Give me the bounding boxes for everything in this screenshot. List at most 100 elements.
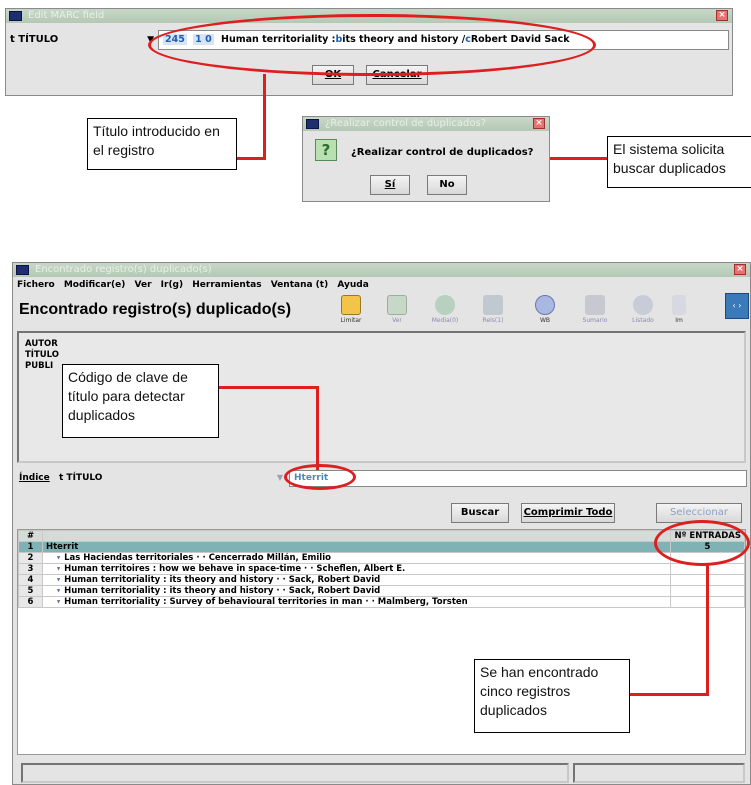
chevron-down-icon: ▼ <box>276 473 283 482</box>
app-icon <box>9 11 22 21</box>
search-icon <box>633 295 653 315</box>
view-icon <box>387 295 407 315</box>
table-row[interactable]: 2 ▾ Las Haciendas territoriales · · Cence… <box>18 552 745 564</box>
status-bar-right <box>573 763 745 783</box>
table-row[interactable]: 5 ▾ Human territoriality : its theory and… <box>18 585 745 597</box>
toolbar-ver-label: Ver <box>392 317 402 324</box>
row-text: ▾ Human territoriality : its theory and h… <box>42 585 671 597</box>
toolbar-sumario-label: Sumario <box>582 317 608 324</box>
close-icon[interactable]: × <box>716 10 728 21</box>
status-bar-left <box>21 763 569 783</box>
dialog-titlebar: ¿Realizar control de duplicados? × <box>303 117 549 131</box>
table-row[interactable]: 4 ▾ Human territoriality : its theory and… <box>18 574 745 586</box>
row-text: ▾ Human territoriality : Survey of behavi… <box>42 596 671 608</box>
highlight-search-ellipse <box>284 464 356 490</box>
row-text-value: Human territoires : how we behave in spa… <box>64 564 406 574</box>
results-grid: # Nº ENTRADAS 1 Hterrit 5 2 ▾ Las Haciend… <box>18 530 745 608</box>
toolbar-ver[interactable]: Ver <box>377 295 417 324</box>
key-row[interactable]: 1 Hterrit 5 <box>18 541 745 553</box>
summary-icon <box>585 295 605 315</box>
duplicate-check-dialog: ¿Realizar control de duplicados? × ? ¿Re… <box>302 116 550 202</box>
row-text-value: Human territoriality : Survey of behavio… <box>64 597 468 607</box>
toolbar-listado-label: Listado <box>632 317 654 324</box>
key-row-text: Hterrit <box>42 541 671 553</box>
page-title: Encontrado registro(s) duplicado(s) <box>19 301 292 318</box>
edit-marc-title: Edit MARC field <box>28 10 105 21</box>
image-icon <box>672 295 686 315</box>
menu-bar: Fichero Modificar(e) Ver Ir(g) Herramien… <box>17 277 369 293</box>
table-row[interactable]: 3 ▾ Human territoires : how we behave in … <box>18 563 745 575</box>
menu-ayuda[interactable]: Ayuda <box>337 280 368 290</box>
row-text-value: Las Haciendas territoriales · · Cencerra… <box>64 553 331 563</box>
callout-five-found-text: Se han encontrado cinco registros duplic… <box>480 664 599 718</box>
col-num-header: # <box>18 530 43 542</box>
callout-title-entered: Título introducido en el registro <box>87 118 237 170</box>
buscar-button-label: Buscar <box>460 507 500 518</box>
info-label-titulo: TÍTULO <box>25 350 59 360</box>
table-header-row: # Nº ENTRADAS <box>18 530 745 542</box>
connector-line <box>550 157 608 160</box>
expand-icon[interactable]: ▾ <box>56 554 61 563</box>
toolbar-media-label: Media(0) <box>431 317 459 324</box>
toolbar-im[interactable]: Im <box>665 295 693 324</box>
callout-key-code-text: Código de clave de título para detectar … <box>68 369 188 423</box>
toolbar-rels-label: Rels(1) <box>482 317 504 324</box>
expand-icon[interactable]: ▾ <box>56 576 61 585</box>
row-num: 3 <box>18 563 43 575</box>
info-label-publi: PUBLI <box>25 361 54 371</box>
no-button[interactable]: No <box>427 175 467 195</box>
buscar-button[interactable]: Buscar <box>451 503 509 523</box>
row-num: 1 <box>18 541 43 553</box>
table-row[interactable]: 6 ▾ Human territoriality : Survey of beha… <box>18 596 745 608</box>
duplicates-titlebar: Encontrado registro(s) duplicado(s) × <box>13 263 750 277</box>
toolbar-rels[interactable]: Rels(1) <box>473 295 513 324</box>
toolbar-wb[interactable]: WB <box>525 295 565 324</box>
close-icon[interactable]: × <box>533 118 545 129</box>
toolbar-sumario[interactable]: Sumario <box>575 295 615 324</box>
row-text-value: Human territoriality : its theory and hi… <box>64 586 381 596</box>
callout-five-found: Se han encontrado cinco registros duplic… <box>474 659 630 733</box>
index-label: Índice <box>19 473 50 483</box>
toolbar-listado[interactable]: Listado <box>623 295 663 324</box>
highlight-entries-ellipse <box>654 520 750 566</box>
menu-modificar[interactable]: Modificar(e) <box>64 280 126 290</box>
menu-ventana[interactable]: Ventana (t) <box>271 280 329 290</box>
info-label-autor: AUTOR <box>25 339 58 349</box>
menu-ver[interactable]: Ver <box>135 280 152 290</box>
menu-fichero[interactable]: Fichero <box>17 280 55 290</box>
relations-icon <box>483 295 503 315</box>
close-icon[interactable]: × <box>734 264 746 275</box>
row-text-value: Human territoriality : its theory and hi… <box>64 575 381 585</box>
duplicates-window: Encontrado registro(s) duplicado(s) × Fi… <box>12 262 751 785</box>
seleccionar-button-label: Seleccionar <box>670 507 728 518</box>
toolbar-limitar[interactable]: Limitar <box>331 295 371 324</box>
expand-icon[interactable]: ▾ <box>56 598 61 607</box>
duplicates-window-title: Encontrado registro(s) duplicado(s) <box>35 264 212 275</box>
hand-icon <box>341 295 361 315</box>
field-select[interactable]: t TÍTULO ▼ <box>8 29 156 51</box>
globe-icon <box>535 295 555 315</box>
index-label-text: Índice <box>19 473 50 483</box>
connector-line <box>316 386 319 470</box>
menu-herramientas[interactable]: Herramientas <box>192 280 261 290</box>
highlight-title-ellipse <box>148 14 596 76</box>
connector-line <box>218 386 318 389</box>
row-text: ▾ Human territoires : how we behave in sp… <box>42 563 671 575</box>
comprimir-todo-button[interactable]: Comprimir Todo <box>521 503 615 523</box>
callout-system-requests-text: El sistema solicita buscar duplicados <box>613 141 726 176</box>
results-table: # Nº ENTRADAS 1 Hterrit 5 2 ▾ Las Haciend… <box>17 529 746 755</box>
callout-system-requests: El sistema solicita buscar duplicados <box>607 136 751 188</box>
toolbar-scroll-buttons[interactable]: ‹ › <box>725 293 749 319</box>
expand-icon[interactable]: ▾ <box>56 587 61 596</box>
dialog-question: ¿Realizar control de duplicados? <box>351 147 534 158</box>
menu-ir[interactable]: Ir(g) <box>161 280 183 290</box>
search-input[interactable]: Hterrit <box>289 470 747 487</box>
callout-key-code: Código de clave de título para detectar … <box>62 364 219 438</box>
toolbar-media[interactable]: Media(0) <box>425 295 465 324</box>
connector-line <box>263 74 266 159</box>
yes-button[interactable]: Sí <box>370 175 410 195</box>
index-select-value: t TÍTULO <box>59 473 103 483</box>
expand-icon[interactable]: ▾ <box>56 565 61 574</box>
toolbar-wb-label: WB <box>539 317 551 324</box>
index-select[interactable]: t TÍTULO ▼ <box>53 469 285 487</box>
